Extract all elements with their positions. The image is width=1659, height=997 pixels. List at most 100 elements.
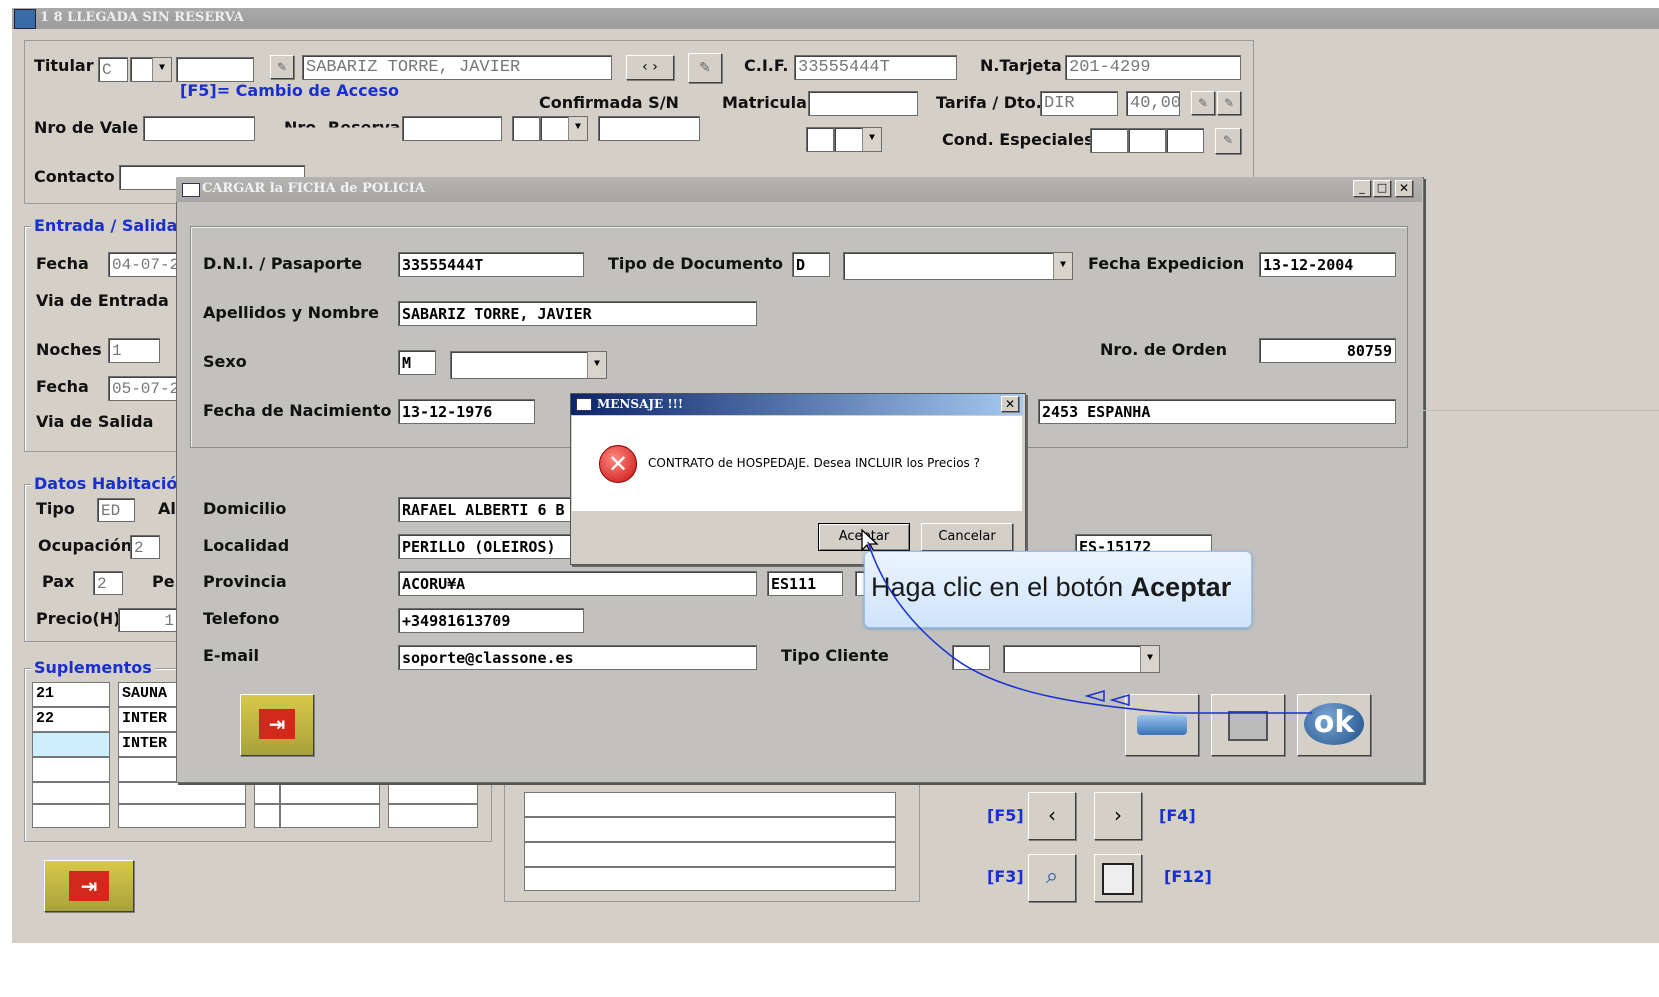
magic-wand-icon: ✎: [699, 60, 711, 76]
dni-field[interactable]: 33555444T: [398, 252, 584, 277]
magic-wand-icon: ✎: [1197, 96, 1209, 110]
chevron-down-icon[interactable]: ▼: [568, 117, 587, 140]
f5-label: [F5]: [987, 806, 1024, 825]
tipo-doc-select[interactable]: ▼: [843, 252, 1073, 280]
suplemento-code[interactable]: [32, 804, 110, 828]
provincia-code-field[interactable]: ES111: [767, 571, 843, 596]
titular-name-field[interactable]: SABARIZ TORRE, JAVIER: [302, 55, 612, 80]
noches-field[interactable]: 1: [108, 338, 160, 363]
suplemento-code[interactable]: [32, 732, 110, 757]
nro-vale-field[interactable]: [143, 116, 255, 141]
cond-field-1[interactable]: [1090, 128, 1128, 153]
confirmada-field[interactable]: [512, 116, 540, 141]
fecha-salida-field[interactable]: 05-07-2: [108, 376, 178, 401]
titular-search-button[interactable]: ✎: [270, 55, 294, 79]
dialog-icon: [182, 183, 200, 197]
dialog-exit-button[interactable]: ⇥: [240, 694, 314, 756]
telefono-field[interactable]: +34981613709: [398, 608, 584, 633]
dto-field[interactable]: 40,00: [1126, 91, 1180, 116]
maximize-icon: □: [1376, 181, 1388, 194]
suplemento-name[interactable]: [118, 804, 246, 828]
save-button[interactable]: [1094, 854, 1142, 902]
titular-id-field[interactable]: [176, 57, 254, 82]
search-button[interactable]: ⌕: [1028, 854, 1076, 902]
nro-reserva-field[interactable]: [402, 116, 502, 141]
dto-lookup-button[interactable]: ✎: [1217, 91, 1241, 115]
precio-label: Precio(H): [36, 609, 121, 628]
message-close-button[interactable]: ✕: [1001, 396, 1019, 412]
suplemento-name[interactable]: INTER: [118, 707, 178, 732]
message-text: CONTRATO de HOSPEDAJE. Desea INCLUIR los…: [648, 456, 980, 470]
next-record-button[interactable]: ›: [1094, 792, 1142, 840]
matricula-field[interactable]: [808, 91, 918, 116]
cond-select[interactable]: ▼: [834, 127, 882, 152]
suplemento-code[interactable]: 21: [32, 682, 110, 707]
cond-code-field[interactable]: [806, 127, 834, 152]
observaciones-line[interactable]: [524, 817, 896, 842]
main-window-title: 1 8 LLEGADA SIN RESERVA: [40, 10, 244, 25]
telefono-label: Telefono: [203, 609, 280, 628]
observaciones-line[interactable]: [524, 842, 896, 867]
cif-field[interactable]: 33555444T: [794, 55, 957, 80]
datos-habitacion-title: Datos Habitación: [31, 474, 192, 493]
titular-code-field[interactable]: C: [98, 57, 128, 82]
prev-record-button[interactable]: ‹: [1028, 792, 1076, 840]
suplemento-name[interactable]: INTER: [118, 732, 178, 757]
suplemento-qty[interactable]: [254, 782, 280, 804]
suplemento-price[interactable]: [280, 782, 380, 804]
fecha-nac-field[interactable]: 13-12-1976: [398, 399, 535, 424]
minimize-button[interactable]: _: [1353, 180, 1371, 197]
guide-arrow: [867, 541, 1312, 714]
dni-label: D.N.I. / Pasaporte: [203, 254, 363, 273]
fecha-entrada-label: Fecha: [36, 254, 89, 273]
nro-orden-field[interactable]: 80759: [1259, 338, 1396, 363]
sexo-code-field[interactable]: M: [398, 350, 436, 375]
reserva-date-field[interactable]: [598, 116, 700, 141]
close-button[interactable]: ✕: [1395, 180, 1413, 197]
chevron-down-icon[interactable]: ▼: [1053, 253, 1072, 279]
suplemento-name[interactable]: [118, 782, 246, 804]
domicilio-field[interactable]: RAFAEL ALBERTI 6 B: [398, 497, 572, 522]
tarifa-field[interactable]: DIR: [1040, 91, 1118, 116]
suplemento-code[interactable]: [32, 782, 110, 804]
pais-field[interactable]: 2453 ESPANHA: [1038, 399, 1396, 424]
chevron-down-icon[interactable]: ▼: [152, 58, 171, 81]
cond-field-3[interactable]: [1166, 128, 1204, 153]
suplemento-name[interactable]: SAUNA: [118, 682, 178, 707]
f4-label: [F4]: [1159, 806, 1196, 825]
suplemento-code[interactable]: [32, 757, 110, 782]
sexo-select[interactable]: ▼: [450, 351, 607, 379]
suplemento-name[interactable]: [118, 757, 178, 782]
apellidos-field[interactable]: SABARIZ TORRE, JAVIER: [398, 301, 757, 326]
chevron-down-icon[interactable]: ▼: [862, 128, 881, 151]
observaciones-line[interactable]: [524, 792, 896, 817]
suplemento-total[interactable]: [388, 804, 478, 828]
suplemento-price[interactable]: [280, 804, 380, 828]
suplemento-qty[interactable]: [254, 804, 280, 828]
suplemento-code[interactable]: 22: [32, 707, 110, 732]
tarifa-lookup-button[interactable]: ✎: [1191, 91, 1215, 115]
cond-field-2[interactable]: [1128, 128, 1166, 153]
titular-type-select[interactable]: ▼: [130, 57, 172, 82]
tipo-field[interactable]: ED: [97, 498, 135, 522]
pax-field[interactable]: 2: [93, 571, 123, 595]
provincia-field[interactable]: ACORU¥A: [398, 571, 757, 596]
fecha-entrada-field[interactable]: 04-07-2: [108, 252, 178, 277]
titular-prev-next-buttons[interactable]: ‹ ›: [626, 55, 674, 80]
cond-lookup-button[interactable]: ✎: [1215, 128, 1241, 154]
message-box-title: MENSAJE !!!: [597, 397, 684, 411]
ntarjeta-field[interactable]: 201-4299: [1065, 55, 1241, 80]
localidad-field[interactable]: PERILLO (OLEIROS): [398, 534, 572, 559]
titular-lookup-button[interactable]: ✎: [688, 53, 722, 83]
fecha-exp-field[interactable]: 13-12-2004: [1259, 252, 1396, 277]
ocupacion-field[interactable]: 2: [130, 535, 160, 559]
observaciones-line[interactable]: [524, 867, 896, 891]
email-field[interactable]: soporte@classone.es: [398, 645, 757, 670]
tipo-doc-code-field[interactable]: D: [792, 252, 830, 277]
confirmada-select[interactable]: ▼: [540, 116, 588, 141]
chevron-down-icon[interactable]: ▼: [587, 352, 606, 378]
exit-button[interactable]: ⇥: [44, 860, 134, 912]
maximize-button[interactable]: □: [1373, 180, 1391, 197]
suplemento-total[interactable]: [388, 782, 478, 804]
precio-field[interactable]: 1: [118, 608, 178, 632]
